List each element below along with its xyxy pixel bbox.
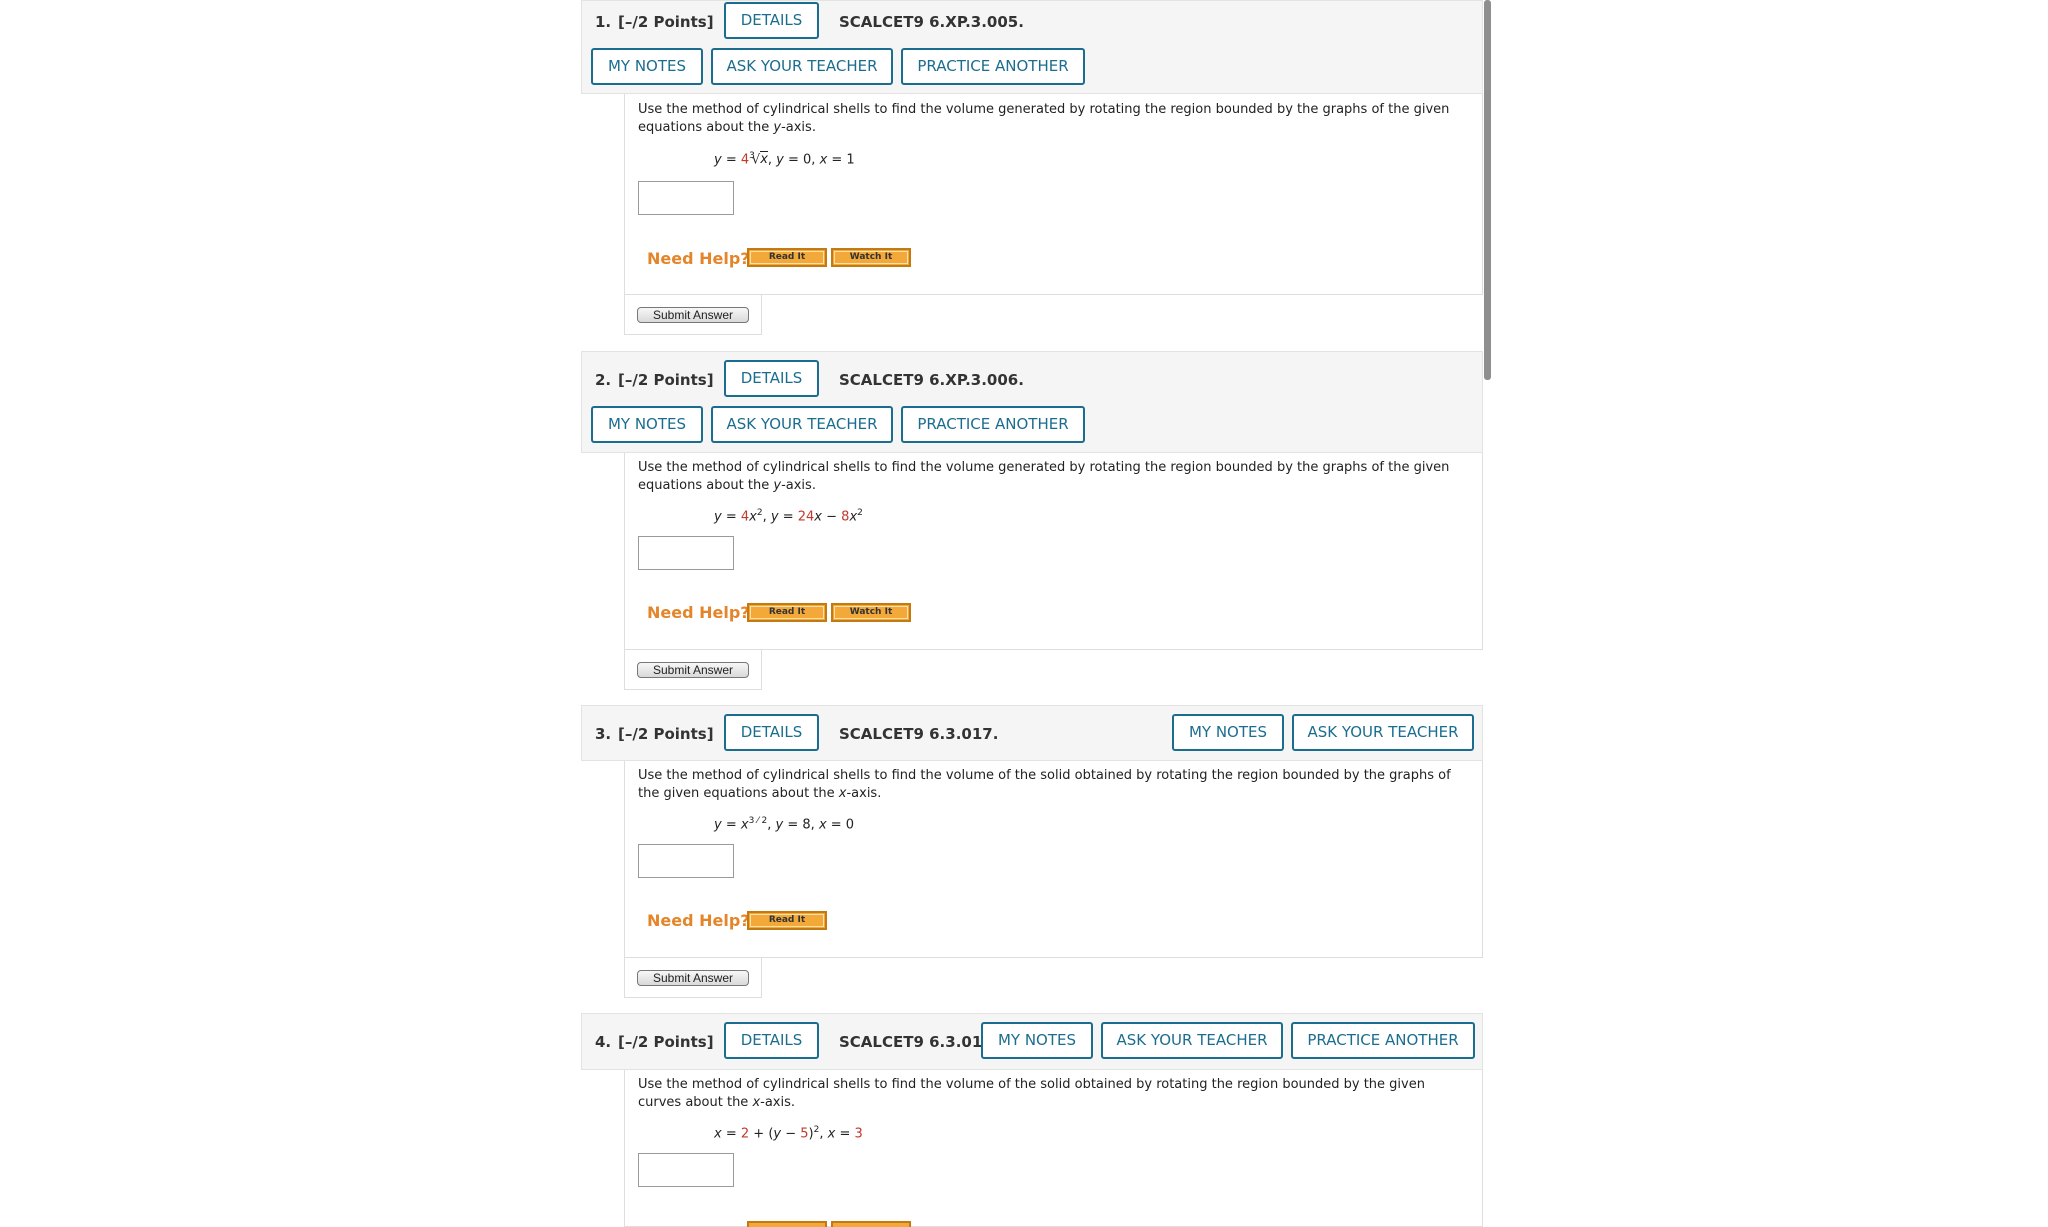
- answer-input[interactable]: [638, 844, 734, 878]
- question-number: 3.: [595, 725, 612, 743]
- problem-code: SCALCET9 6.3.019.: [839, 1033, 999, 1051]
- answer-input[interactable]: [638, 181, 734, 215]
- need-help-label: Need Help?: [647, 911, 750, 930]
- my-notes-button[interactable]: MY NOTES: [591, 48, 703, 85]
- question-2-body: Use the method of cylindrical shells to …: [624, 453, 1483, 650]
- question-2-header: 2. [–/2 Points] DETAILS SCALCET9 6.XP.3.…: [581, 351, 1483, 453]
- my-notes-button[interactable]: MY NOTES: [981, 1022, 1093, 1059]
- points-label: [–/2 Points]: [618, 725, 714, 743]
- details-button[interactable]: DETAILS: [724, 360, 819, 397]
- points-label: [–/2 Points]: [618, 371, 714, 389]
- my-notes-button[interactable]: MY NOTES: [591, 406, 703, 443]
- ask-your-teacher-button[interactable]: ASK YOUR TEACHER: [711, 48, 893, 85]
- answer-input[interactable]: [638, 536, 734, 570]
- details-button[interactable]: DETAILS: [724, 2, 819, 39]
- submit-container: Submit Answer: [624, 295, 762, 335]
- question-4-body: Use the method of cylindrical shells to …: [624, 1070, 1483, 1227]
- watch-it-button-partial[interactable]: [831, 1221, 911, 1227]
- question-4-header: 4. [–/2 Points] DETAILS SCALCET9 6.3.019…: [581, 1013, 1483, 1070]
- submit-answer-button[interactable]: Submit Answer: [637, 307, 749, 323]
- problem-code: SCALCET9 6.3.017.: [839, 725, 999, 743]
- read-it-button[interactable]: Read It: [747, 911, 827, 930]
- need-help-label: Need Help?: [647, 603, 750, 622]
- read-it-button-partial[interactable]: [747, 1221, 827, 1227]
- question-number: 2.: [595, 371, 612, 389]
- need-help-label: Need Help?: [647, 249, 750, 268]
- points-label: [–/2 Points]: [618, 1033, 714, 1051]
- equation: x = 2 + (y − 5)2, x = 3: [714, 1125, 863, 1142]
- read-it-button[interactable]: Read It: [747, 603, 827, 622]
- question-number: 1.: [595, 13, 612, 31]
- submit-container: Submit Answer: [624, 958, 762, 998]
- problem-code: SCALCET9 6.XP.3.006.: [839, 371, 1024, 389]
- question-1-header: 1. [–/2 Points] DETAILS SCALCET9 6.XP.3.…: [581, 0, 1483, 94]
- points-label: [–/2 Points]: [618, 13, 714, 31]
- ask-your-teacher-button[interactable]: ASK YOUR TEACHER: [1101, 1022, 1283, 1059]
- submit-container: Submit Answer: [624, 650, 762, 690]
- details-button[interactable]: DETAILS: [724, 714, 819, 751]
- question-number: 4.: [595, 1033, 612, 1051]
- question-1-body: Use the method of cylindrical shells to …: [624, 94, 1483, 295]
- question-prompt: Use the method of cylindrical shells to …: [638, 102, 1450, 135]
- watch-it-button[interactable]: Watch It: [831, 603, 911, 622]
- problem-code: SCALCET9 6.XP.3.005.: [839, 13, 1024, 31]
- vertical-scrollbar[interactable]: [1484, 0, 1491, 380]
- practice-another-button[interactable]: PRACTICE ANOTHER: [1291, 1022, 1475, 1059]
- ask-your-teacher-button[interactable]: ASK YOUR TEACHER: [711, 406, 893, 443]
- practice-another-button[interactable]: PRACTICE ANOTHER: [901, 406, 1085, 443]
- question-prompt: Use the method of cylindrical shells to …: [638, 768, 1451, 801]
- equation: y = 43√x, y = 0, x = 1: [714, 151, 855, 168]
- practice-another-button[interactable]: PRACTICE ANOTHER: [901, 48, 1085, 85]
- question-3-body: Use the method of cylindrical shells to …: [624, 761, 1483, 958]
- read-it-button[interactable]: Read It: [747, 248, 827, 267]
- question-prompt: Use the method of cylindrical shells to …: [638, 1077, 1425, 1110]
- equation: y = 4x2, y = 24x − 8x2: [714, 508, 863, 525]
- equation: y = x3 ⁄ 2, y = 8, x = 0: [714, 816, 855, 833]
- radical-icon: √: [751, 152, 761, 168]
- question-prompt: Use the method of cylindrical shells to …: [638, 460, 1450, 493]
- question-3-header: 3. [–/2 Points] DETAILS SCALCET9 6.3.017…: [581, 705, 1483, 761]
- ask-your-teacher-button[interactable]: ASK YOUR TEACHER: [1292, 714, 1474, 751]
- my-notes-button[interactable]: MY NOTES: [1172, 714, 1284, 751]
- submit-answer-button[interactable]: Submit Answer: [637, 970, 749, 986]
- submit-answer-button[interactable]: Submit Answer: [637, 662, 749, 678]
- answer-input[interactable]: [638, 1153, 734, 1187]
- details-button[interactable]: DETAILS: [724, 1022, 819, 1059]
- watch-it-button[interactable]: Watch It: [831, 248, 911, 267]
